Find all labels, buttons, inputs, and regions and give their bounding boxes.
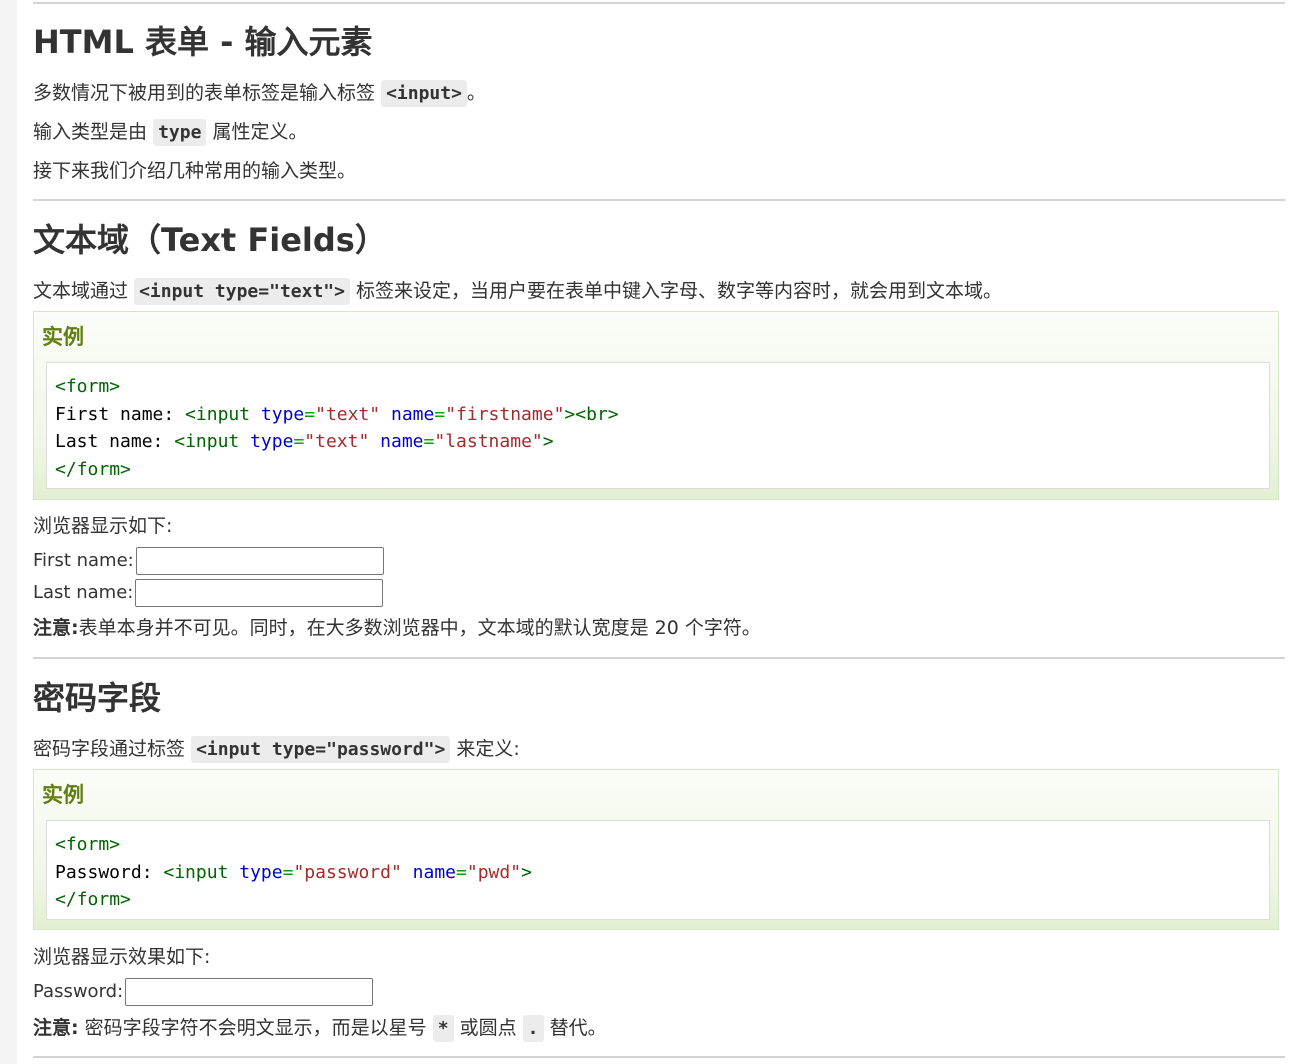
display-label: 浏览器显示如下: — [33, 515, 173, 537]
code-attr: name — [380, 431, 424, 452]
section-title-text-fields: 文本域（Text Fields） — [33, 221, 387, 259]
code-value: "text" — [304, 431, 370, 452]
code-value: "text" — [315, 403, 381, 425]
paragraph-text-fields: 文本域通过 <input type="text"> 标签来设定，当用户要在表单中… — [33, 277, 1002, 306]
code-attr: name — [412, 861, 457, 883]
code-tag: input — [195, 403, 251, 425]
paragraph-intro: 接下来我们介绍几种常用的输入类型。 — [33, 160, 357, 182]
last-name-label: Last name: — [33, 582, 134, 603]
text: 密码字段字符不会明文显示，而是以星号 — [84, 1017, 427, 1039]
code-value: "lastname" — [434, 431, 543, 452]
divider — [33, 1056, 1285, 1058]
text: 标签来设定，当用户要在表单中键入字母、数字等内容时，就会用到文本域。 — [356, 280, 1003, 302]
text: 多数情况下被用到的表单标签是输入标签 — [33, 82, 376, 104]
divider — [33, 199, 1285, 201]
code-value: "password" — [293, 861, 402, 883]
code-tag: form — [65, 834, 110, 855]
example-title: 实例 — [42, 783, 84, 807]
page: HTML 表单 - 输入元素 多数情况下被用到的表单标签是输入标签 <input… — [17, 0, 1306, 1064]
code-block: <form> First name: <input type="text" na… — [46, 362, 1270, 489]
note-label: 注意: — [33, 1017, 79, 1039]
text: 来定义: — [456, 738, 520, 760]
inline-code: <input> — [381, 80, 467, 107]
paragraph-input-tag: 多数情况下被用到的表单标签是输入标签 <input>。 — [33, 79, 486, 108]
code-tag: form — [76, 889, 121, 910]
inline-code: <input type="text"> — [134, 278, 350, 305]
text: 表单本身并不可见。同时，在大多数浏览器中，文本域的默认宽度是 20 个字符。 — [78, 617, 761, 639]
code-tag: input — [174, 861, 229, 883]
inline-code: <input type="password"> — [191, 736, 451, 763]
note-text-fields: 注意:表单本身并不可见。同时，在大多数浏览器中，文本域的默认宽度是 20 个字符… — [33, 614, 761, 642]
first-name-row: First name: — [33, 547, 384, 575]
code-block: <form> Password: <input type="password" … — [46, 820, 1270, 920]
note-label: 注意: — [33, 617, 79, 639]
password-label: Password: — [33, 981, 124, 1002]
divider — [33, 2, 1285, 4]
section-title-input-elements: HTML 表单 - 输入元素 — [33, 23, 373, 61]
code-value: "pwd" — [466, 861, 522, 883]
code-text: Password: — [55, 861, 164, 883]
display-label: 浏览器显示效果如下: — [33, 946, 211, 968]
divider — [33, 657, 1285, 659]
code-attr: name — [391, 403, 435, 425]
code-tag: form — [76, 458, 121, 480]
text: 。 — [466, 82, 486, 104]
password-input[interactable] — [125, 978, 374, 1006]
code-tag: form — [65, 376, 110, 397]
code-text: Last name: — [55, 431, 175, 452]
first-name-input[interactable] — [135, 547, 384, 575]
code-tag: br — [586, 403, 608, 425]
code-value: "firstname" — [445, 403, 565, 425]
paragraph-password: 密码字段通过标签 <input type="password"> 来定义: — [33, 735, 520, 764]
code-attr: type — [250, 431, 294, 452]
inline-code: * — [432, 1015, 454, 1042]
text: 替代。 — [549, 1017, 607, 1039]
example-title: 实例 — [42, 325, 84, 349]
example-box-password: 实例 <form> Password: <input type="passwor… — [33, 769, 1279, 930]
first-name-label: First name: — [33, 550, 134, 571]
note-password: 注意: 密码字段字符不会明文显示，而是以星号 * 或圆点 . 替代。 — [33, 1014, 607, 1043]
text: 或圆点 — [459, 1017, 517, 1039]
inline-code: type — [153, 119, 207, 146]
text: 输入类型是由 — [33, 121, 148, 143]
paragraph-type-attr: 输入类型是由 type 属性定义。 — [33, 118, 307, 147]
text: 文本域通过 — [33, 280, 129, 302]
code-attr: type — [260, 403, 305, 425]
code-text: First name: — [55, 403, 186, 425]
example-box-text: 实例 <form> First name: <input type="text"… — [33, 311, 1279, 500]
password-row: Password: — [33, 978, 374, 1006]
text: 密码字段通过标签 — [33, 738, 186, 760]
inline-code: . — [522, 1015, 544, 1042]
code-tag: input — [185, 431, 240, 452]
text: 属性定义。 — [212, 121, 308, 143]
code-attr: type — [239, 861, 283, 883]
last-name-input[interactable] — [135, 579, 384, 607]
last-name-row: Last name: — [33, 579, 384, 607]
section-title-password: 密码字段 — [33, 679, 162, 717]
